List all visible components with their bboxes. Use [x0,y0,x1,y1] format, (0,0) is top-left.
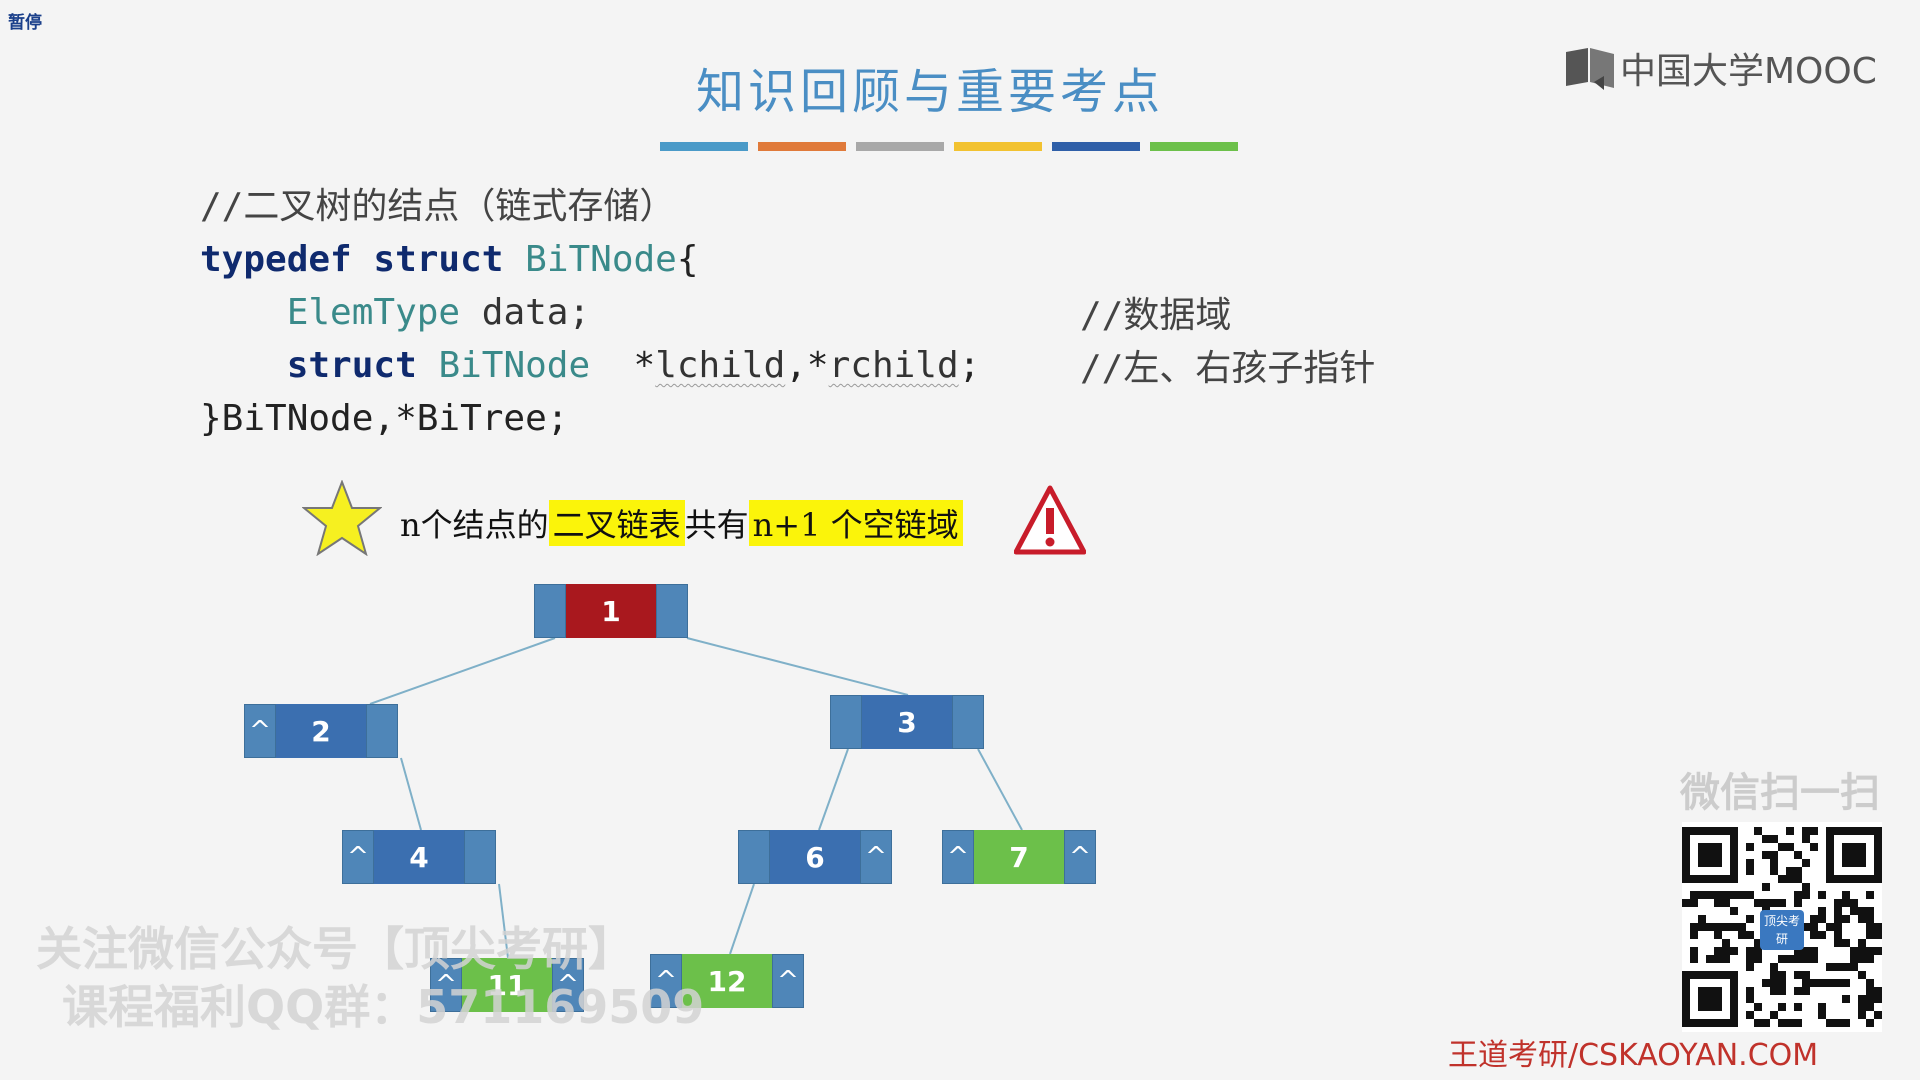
rchild-pointer: ^ [772,954,804,1008]
node-value: 7 [974,830,1064,884]
node-value: 6 [770,830,860,884]
edge-3-7 [977,748,1023,831]
edge-6-12 [729,883,755,955]
footer-brand: 王道考研/CSKAOYAN.COM [1448,1038,1819,1073]
watermark-line-1: 关注微信公众号【顶尖考研】 [36,922,634,976]
lchild-pointer [830,695,862,749]
tree-node-6: 6 ^ [738,830,892,884]
edge-1-2 [369,637,556,705]
lchild-pointer [738,830,770,884]
tree-node-2: ^ 2 [244,704,398,758]
rchild-pointer [952,695,984,749]
qr-badge: 顶尖考研 [1760,910,1804,950]
wechat-scan-label: 微信扫一扫 [1680,770,1880,816]
lchild-pointer [534,584,566,638]
lchild-pointer: ^ [244,704,276,758]
lchild-pointer: ^ [942,830,974,884]
qr-code: 顶尖考研 [1682,822,1882,1032]
tree-edges [369,637,1023,959]
edge-2-4 [400,757,422,831]
node-value: 4 [374,830,464,884]
node-value: 3 [862,695,952,749]
tree-node-1: 1 [534,584,688,638]
lchild-pointer: ^ [342,830,374,884]
node-value: 1 [566,584,656,638]
rchild-pointer [464,830,496,884]
rchild-pointer [656,584,688,638]
edge-3-6 [818,748,849,831]
edge-1-3 [686,637,909,696]
tree-node-3: 3 [830,695,984,749]
watermark-line-2: 课程福利QQ群：571169509 [62,980,705,1034]
rchild-pointer: ^ [860,830,892,884]
rchild-pointer: ^ [1064,830,1096,884]
rchild-pointer [366,704,398,758]
node-value: 2 [276,704,366,758]
tree-node-4: ^ 4 [342,830,496,884]
watermark: 关注微信公众号【顶尖考研】 课程福利QQ群：571169509 [36,920,704,1036]
tree-node-7: ^ 7 ^ [942,830,1096,884]
